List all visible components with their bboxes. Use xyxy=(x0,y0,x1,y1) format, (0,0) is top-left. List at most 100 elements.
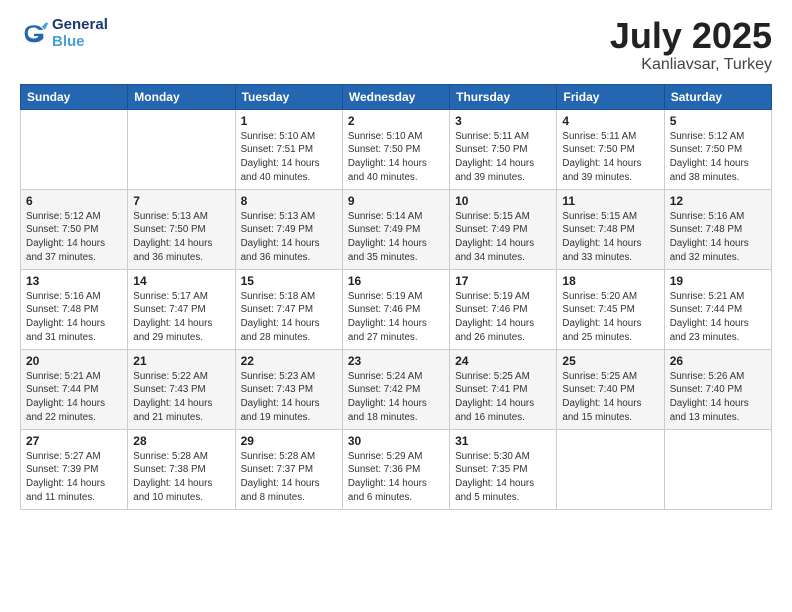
table-row: 23 Sunrise: 5:24 AM Sunset: 7:42 PM Dayli… xyxy=(342,349,449,429)
table-row: 27 Sunrise: 5:27 AM Sunset: 7:39 PM Dayli… xyxy=(21,429,128,509)
day-info: Sunrise: 5:24 AM Sunset: 7:42 PM Dayligh… xyxy=(348,370,444,425)
day-info: Sunrise: 5:25 AM Sunset: 7:40 PM Dayligh… xyxy=(562,370,658,425)
day-number: 27 xyxy=(26,434,122,448)
day-number: 18 xyxy=(562,274,658,288)
day-info: Sunrise: 5:26 AM Sunset: 7:40 PM Dayligh… xyxy=(670,370,766,425)
logo: General Blue xyxy=(20,16,108,50)
day-number: 21 xyxy=(133,354,229,368)
table-row: 8 Sunrise: 5:13 AM Sunset: 7:49 PM Daylig… xyxy=(235,189,342,269)
table-row: 10Sunrise: 5:15 AM Sunset: 7:49 PM Dayli… xyxy=(450,189,557,269)
table-row: 14 Sunrise: 5:17 AM Sunset: 7:47 PM Dayli… xyxy=(128,269,235,349)
day-number: 20 xyxy=(26,354,122,368)
page: General Blue July 2025 Kanliavsar, Turke… xyxy=(0,0,792,612)
header-sunday: Sunday xyxy=(21,84,128,109)
calendar: Sunday Monday Tuesday Wednesday Thursday… xyxy=(20,84,772,510)
table-row: 30 Sunrise: 5:29 AM Sunset: 7:36 PM Dayli… xyxy=(342,429,449,509)
table-row: 24Sunrise: 5:25 AM Sunset: 7:41 PM Dayli… xyxy=(450,349,557,429)
table-row: 18 Sunrise: 5:20 AM Sunset: 7:45 PM Dayli… xyxy=(557,269,664,349)
day-info: Sunrise: 5:28 AM Sunset: 7:37 PM Dayligh… xyxy=(241,450,337,505)
day-info: Sunrise: 5:20 AM Sunset: 7:45 PM Dayligh… xyxy=(562,290,658,345)
day-number: 26 xyxy=(670,354,766,368)
table-row: 31 Sunrise: 5:30 AM Sunset: 7:35 PM Dayli… xyxy=(450,429,557,509)
header-friday: Friday xyxy=(557,84,664,109)
table-row: 7 Sunrise: 5:13 AM Sunset: 7:50 PM Daylig… xyxy=(128,189,235,269)
logo-text: General Blue xyxy=(52,16,108,50)
day-info: Sunrise: 5:28 AM Sunset: 7:38 PM Dayligh… xyxy=(133,450,229,505)
month-title: July 2025 xyxy=(610,16,772,56)
table-row: 22Sunrise: 5:23 AM Sunset: 7:43 PM Dayli… xyxy=(235,349,342,429)
day-info: Sunrise: 5:14 AM Sunset: 7:49 PM Dayligh… xyxy=(348,210,444,265)
table-row: 17Sunrise: 5:19 AM Sunset: 7:46 PM Dayli… xyxy=(450,269,557,349)
day-info: Sunrise: 5:10 AM Sunset: 7:51 PM Dayligh… xyxy=(241,130,337,185)
day-info: Sunrise: 5:30 AM Sunset: 7:35 PM Dayligh… xyxy=(455,450,551,505)
day-number: 9 xyxy=(348,194,444,208)
day-number: 15 xyxy=(241,274,337,288)
day-info: Sunrise: 5:19 AM Sunset: 7:46 PM Dayligh… xyxy=(348,290,444,345)
day-number: 1 xyxy=(241,114,337,128)
day-info: Sunrise: 5:11 AM Sunset: 7:50 PM Dayligh… xyxy=(562,130,658,185)
day-number: 30 xyxy=(348,434,444,448)
day-info: Sunrise: 5:21 AM Sunset: 7:44 PM Dayligh… xyxy=(26,370,122,425)
location: Kanliavsar, Turkey xyxy=(610,56,772,74)
table-row: 20 Sunrise: 5:21 AM Sunset: 7:44 PM Dayli… xyxy=(21,349,128,429)
day-info: Sunrise: 5:15 AM Sunset: 7:49 PM Dayligh… xyxy=(455,210,551,265)
table-row: 29 Sunrise: 5:28 AM Sunset: 7:37 PM Dayli… xyxy=(235,429,342,509)
day-number: 23 xyxy=(348,354,444,368)
table-row xyxy=(21,109,128,189)
day-info: Sunrise: 5:19 AM Sunset: 7:46 PM Dayligh… xyxy=(455,290,551,345)
day-number: 29 xyxy=(241,434,337,448)
day-number: 5 xyxy=(670,114,766,128)
table-row: 2Sunrise: 5:10 AM Sunset: 7:50 PM Daylig… xyxy=(342,109,449,189)
table-row: 1 Sunrise: 5:10 AM Sunset: 7:51 PM Daylig… xyxy=(235,109,342,189)
header: General Blue July 2025 Kanliavsar, Turke… xyxy=(20,16,772,74)
table-row: 5 Sunrise: 5:12 AM Sunset: 7:50 PM Daylig… xyxy=(664,109,771,189)
calendar-week-row: 1 Sunrise: 5:10 AM Sunset: 7:51 PM Daylig… xyxy=(21,109,772,189)
day-info: Sunrise: 5:29 AM Sunset: 7:36 PM Dayligh… xyxy=(348,450,444,505)
table-row: 12Sunrise: 5:16 AM Sunset: 7:48 PM Dayli… xyxy=(664,189,771,269)
table-row: 28 Sunrise: 5:28 AM Sunset: 7:38 PM Dayli… xyxy=(128,429,235,509)
day-number: 4 xyxy=(562,114,658,128)
table-row: 9 Sunrise: 5:14 AM Sunset: 7:49 PM Daylig… xyxy=(342,189,449,269)
day-number: 19 xyxy=(670,274,766,288)
logo-icon xyxy=(20,19,48,47)
calendar-header-row: Sunday Monday Tuesday Wednesday Thursday… xyxy=(21,84,772,109)
table-row: 6 Sunrise: 5:12 AM Sunset: 7:50 PM Daylig… xyxy=(21,189,128,269)
header-tuesday: Tuesday xyxy=(235,84,342,109)
day-number: 14 xyxy=(133,274,229,288)
table-row: 3Sunrise: 5:11 AM Sunset: 7:50 PM Daylig… xyxy=(450,109,557,189)
day-number: 28 xyxy=(133,434,229,448)
day-info: Sunrise: 5:13 AM Sunset: 7:49 PM Dayligh… xyxy=(241,210,337,265)
day-info: Sunrise: 5:12 AM Sunset: 7:50 PM Dayligh… xyxy=(26,210,122,265)
calendar-week-row: 13Sunrise: 5:16 AM Sunset: 7:48 PM Dayli… xyxy=(21,269,772,349)
calendar-week-row: 6 Sunrise: 5:12 AM Sunset: 7:50 PM Daylig… xyxy=(21,189,772,269)
day-info: Sunrise: 5:21 AM Sunset: 7:44 PM Dayligh… xyxy=(670,290,766,345)
day-info: Sunrise: 5:16 AM Sunset: 7:48 PM Dayligh… xyxy=(670,210,766,265)
day-number: 6 xyxy=(26,194,122,208)
day-number: 2 xyxy=(348,114,444,128)
day-number: 11 xyxy=(562,194,658,208)
day-info: Sunrise: 5:27 AM Sunset: 7:39 PM Dayligh… xyxy=(26,450,122,505)
calendar-week-row: 27 Sunrise: 5:27 AM Sunset: 7:39 PM Dayli… xyxy=(21,429,772,509)
table-row: 4 Sunrise: 5:11 AM Sunset: 7:50 PM Daylig… xyxy=(557,109,664,189)
day-number: 22 xyxy=(241,354,337,368)
day-info: Sunrise: 5:12 AM Sunset: 7:50 PM Dayligh… xyxy=(670,130,766,185)
table-row: 26 Sunrise: 5:26 AM Sunset: 7:40 PM Dayli… xyxy=(664,349,771,429)
header-thursday: Thursday xyxy=(450,84,557,109)
title-block: July 2025 Kanliavsar, Turkey xyxy=(610,16,772,74)
table-row xyxy=(557,429,664,509)
table-row: 16 Sunrise: 5:19 AM Sunset: 7:46 PM Dayli… xyxy=(342,269,449,349)
day-info: Sunrise: 5:17 AM Sunset: 7:47 PM Dayligh… xyxy=(133,290,229,345)
day-info: Sunrise: 5:25 AM Sunset: 7:41 PM Dayligh… xyxy=(455,370,551,425)
header-saturday: Saturday xyxy=(664,84,771,109)
day-info: Sunrise: 5:22 AM Sunset: 7:43 PM Dayligh… xyxy=(133,370,229,425)
table-row xyxy=(664,429,771,509)
day-number: 31 xyxy=(455,434,551,448)
day-info: Sunrise: 5:13 AM Sunset: 7:50 PM Dayligh… xyxy=(133,210,229,265)
table-row: 21 Sunrise: 5:22 AM Sunset: 7:43 PM Dayli… xyxy=(128,349,235,429)
table-row: 13Sunrise: 5:16 AM Sunset: 7:48 PM Dayli… xyxy=(21,269,128,349)
day-number: 7 xyxy=(133,194,229,208)
day-number: 3 xyxy=(455,114,551,128)
day-number: 25 xyxy=(562,354,658,368)
day-number: 8 xyxy=(241,194,337,208)
day-number: 16 xyxy=(348,274,444,288)
